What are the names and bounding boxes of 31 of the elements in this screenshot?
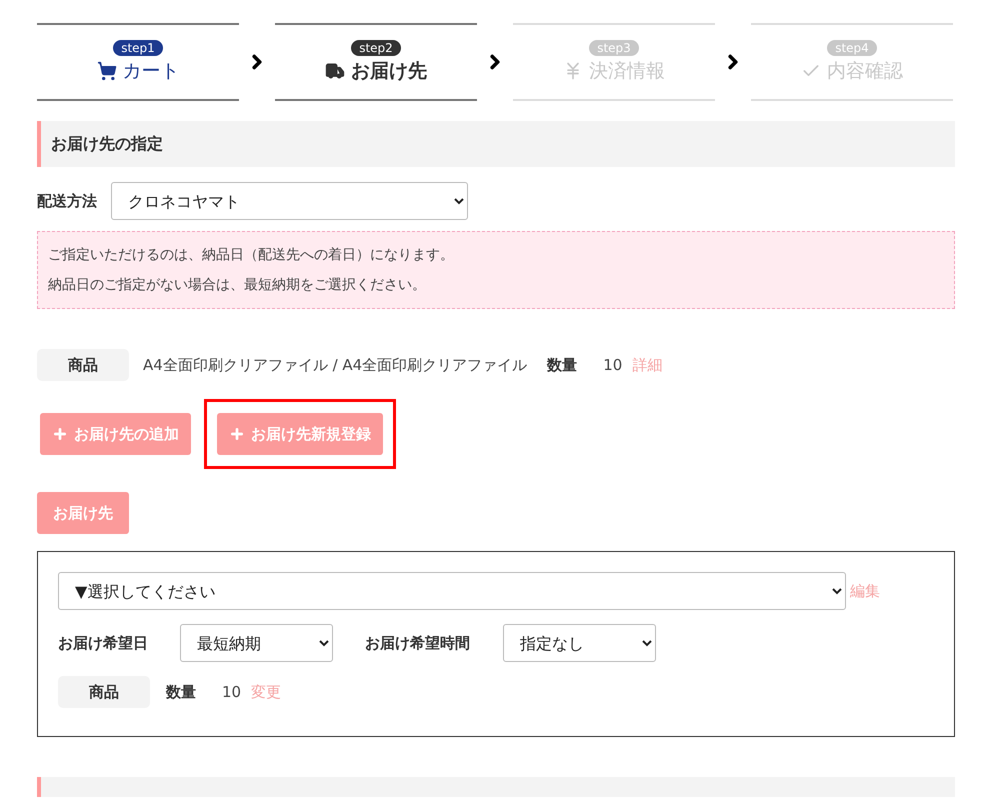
- detail-link[interactable]: 詳細: [632, 356, 662, 374]
- step-badge: step1: [113, 40, 163, 56]
- quantity-label: 数量: [547, 356, 578, 374]
- add-destination-button[interactable]: お届け先の追加: [40, 413, 191, 455]
- truck-icon: [325, 61, 345, 81]
- edit-link[interactable]: 編集: [850, 582, 880, 600]
- destination-button[interactable]: お届け先: [37, 492, 129, 534]
- delivery-date-select[interactable]: 最短納期: [180, 624, 333, 662]
- delivery-time-select[interactable]: 指定なし: [503, 624, 656, 662]
- product-name: A4全面印刷クリアファイル / A4全面印刷クリアファイル: [143, 356, 528, 374]
- plus-icon: [52, 426, 68, 442]
- section-title: お届け先の指定: [51, 134, 163, 154]
- quantity-value: 10: [222, 683, 242, 701]
- shipping-method-select[interactable]: クロネコヤマト: [111, 182, 468, 220]
- quantity-label: 数量: [166, 682, 196, 702]
- change-link[interactable]: 変更: [251, 682, 282, 702]
- product-label: 商品: [37, 349, 129, 381]
- plus-icon: [229, 426, 245, 442]
- add-destination-button[interactable]: お届け先新規登録: [217, 413, 383, 455]
- step-label: お届け先: [351, 59, 427, 84]
- step-badge: step2: [351, 40, 401, 56]
- notice-text: 納品日のご指定がない場合は、最短納期をご選択ください。: [48, 276, 427, 294]
- cart-icon: [96, 61, 116, 81]
- step-label: カート: [122, 59, 180, 84]
- address-select[interactable]: ▼選択してください: [58, 572, 846, 610]
- delivery-time-label: お届け希望時間: [365, 634, 471, 652]
- notice-text: ご指定いただけるのは、納品日（配送先への着日）になります。: [48, 246, 455, 264]
- quantity-value: 10: [603, 356, 622, 374]
- shipping-method-label: 配送方法: [37, 192, 97, 210]
- product-label: 商品: [58, 676, 150, 708]
- delivery-date-label: お届け希望日: [58, 634, 149, 652]
